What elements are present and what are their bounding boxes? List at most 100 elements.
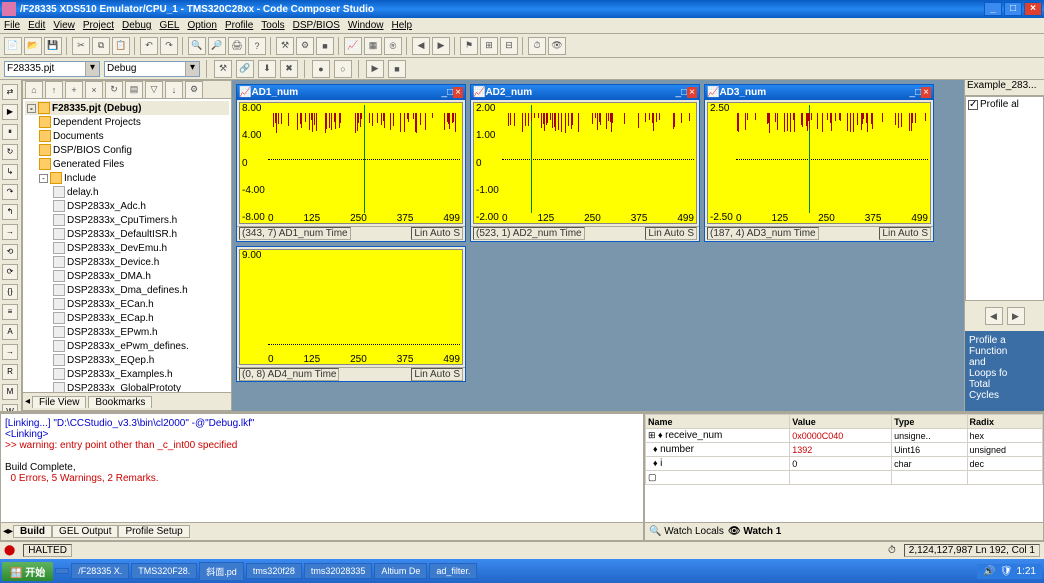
close-button[interactable]: × <box>1024 2 1042 16</box>
memory-icon[interactable]: ▦ <box>364 37 382 55</box>
register-icon[interactable]: ® <box>384 37 402 55</box>
close-icon[interactable]: × <box>453 87 463 98</box>
tree-file[interactable]: DSP2833x_EQep.h <box>25 353 229 367</box>
watch-table[interactable]: NameValueTypeRadix ⊞ ♦ receive_num0x0000… <box>645 414 1043 485</box>
profile-icon[interactable]: ⏱ <box>528 37 546 55</box>
menu-profile[interactable]: Profile <box>225 20 253 31</box>
tree-file[interactable]: DSP2833x_Device.h <box>25 255 229 269</box>
menu-gel[interactable]: GEL <box>159 20 179 31</box>
tree-file[interactable]: delay.h <box>25 185 229 199</box>
tree-new-icon[interactable]: + <box>65 81 83 99</box>
tab-build[interactable]: Build <box>13 525 52 538</box>
tree-del-icon[interactable]: × <box>85 81 103 99</box>
tree-folder[interactable]: -Include <box>25 171 229 185</box>
link-icon[interactable]: 🔗 <box>236 60 254 78</box>
graph-window-ad2[interactable]: 📈AD2_num_□× 2.001.000-1.00-2.00 01252503… <box>470 84 700 242</box>
mixed-icon[interactable]: ≡ <box>2 304 18 320</box>
taskbar-item[interactable]: 斜面.pd <box>199 562 244 581</box>
close-icon[interactable]: × <box>687 87 697 98</box>
menu-window[interactable]: Window <box>348 20 384 31</box>
menu-option[interactable]: Option <box>187 20 216 31</box>
registers-icon[interactable]: R <box>2 364 18 380</box>
graph-window-ad1[interactable]: 📈AD1_num_□× 8.004.000-4.00-8.00 01252503… <box>236 84 466 242</box>
tree-file[interactable]: DSP2833x_ECan.h <box>25 297 229 311</box>
memory-view-icon[interactable]: M <box>2 384 18 400</box>
source-icon[interactable]: {} <box>2 284 18 300</box>
console-output[interactable]: [Linking...] "D:\CCStudio_v3.3\bin\cl200… <box>1 414 643 522</box>
stop-build-icon[interactable]: ✖ <box>280 60 298 78</box>
redo-icon[interactable]: ↷ <box>160 37 178 55</box>
graph-icon[interactable]: 📈 <box>344 37 362 55</box>
tree-filter-icon[interactable]: ▽ <box>145 81 163 99</box>
tab-profile[interactable]: Profile Setup <box>118 525 189 538</box>
watch1-tab[interactable]: 👁 Watch 1 <box>728 526 781 537</box>
taskbar-item[interactable]: tms320f28 <box>246 563 302 579</box>
animate-icon[interactable]: ↻ <box>2 144 18 160</box>
tree-up-icon[interactable]: ↑ <box>45 81 63 99</box>
plot-canvas[interactable]: 2.001.000-1.00-2.00 0125250375499 <box>473 102 697 224</box>
tree-file[interactable]: DSP2833x_GlobalPrototy <box>25 381 229 392</box>
tree-root[interactable]: -F28335.pjt (Debug) <box>25 101 229 115</box>
rebuild-icon[interactable]: ⚙ <box>296 37 314 55</box>
menu-file[interactable]: File <box>4 20 20 31</box>
tree-file[interactable]: DSP2833x_CpuTimers.h <box>25 213 229 227</box>
reset-icon[interactable]: ⟲ <box>2 244 18 260</box>
print-icon[interactable]: 🖨 <box>228 37 246 55</box>
tree-refresh-icon[interactable]: ↻ <box>105 81 123 99</box>
run-icon[interactable]: ▶ <box>2 104 18 120</box>
taskbar-item[interactable]: tms32028335 <box>304 563 373 579</box>
tab-prev-icon[interactable]: ◂▸ <box>3 526 13 537</box>
taskbar-item[interactable]: Altium De <box>374 563 427 579</box>
step-into-icon[interactable]: ↳ <box>2 164 18 180</box>
tree-home-icon[interactable]: ⌂ <box>25 81 43 99</box>
plot-canvas[interactable]: 2.50-2.50 0125250375499 <box>707 102 931 224</box>
nav-back-icon[interactable]: ◀ <box>412 37 430 55</box>
watch-icon[interactable]: 👁 <box>548 37 566 55</box>
graph-window-ad4[interactable]: 9.00 0125250375499 (0, 8) AD4_num TimeLi… <box>236 246 466 382</box>
menu-debug[interactable]: Debug <box>122 20 151 31</box>
breakpoint-clear-icon[interactable]: ○ <box>334 60 352 78</box>
menu-help[interactable]: Help <box>391 20 412 31</box>
taskbar-item[interactable]: TMS320F28. <box>131 563 197 579</box>
minimize-button[interactable]: _ <box>984 2 1002 16</box>
stop-icon[interactable]: ■ <box>316 37 334 55</box>
watch-locals-tab[interactable]: 🔍 Watch Locals <box>649 526 724 537</box>
tree-folder[interactable]: Documents <box>25 129 229 143</box>
graph-window-ad3[interactable]: 📈AD3_num_□× 2.50-2.50 0125250375499 (187… <box>704 84 934 242</box>
system-tray[interactable]: 🔊🛡1:21 <box>977 564 1042 579</box>
paste-icon[interactable]: 📋 <box>112 37 130 55</box>
profile-stop-icon[interactable]: ■ <box>388 60 406 78</box>
tree-col-icon[interactable]: ▤ <box>125 81 143 99</box>
tree-opt-icon[interactable]: ⚙ <box>185 81 203 99</box>
config-combo-input[interactable] <box>105 62 185 76</box>
tree-folder[interactable]: DSP/BIOS Config <box>25 143 229 157</box>
find-icon[interactable]: 🔍 <box>188 37 206 55</box>
profile-start-icon[interactable]: ▶ <box>366 60 384 78</box>
step-out-icon[interactable]: ↰ <box>2 204 18 220</box>
tree-file[interactable]: DSP2833x_Dma_defines.h <box>25 283 229 297</box>
step-over-icon[interactable]: ↷ <box>2 184 18 200</box>
menu-dspbios[interactable]: DSP/BIOS <box>293 20 340 31</box>
new-icon[interactable]: 📄 <box>4 37 22 55</box>
project-combo-input[interactable] <box>5 62 85 76</box>
plot-canvas[interactable]: 9.00 0125250375499 <box>239 249 463 365</box>
menu-tools[interactable]: Tools <box>261 20 284 31</box>
open-icon[interactable]: 📂 <box>24 37 42 55</box>
collapse-icon[interactable]: ⊟ <box>500 37 518 55</box>
halt-icon[interactable]: ⏸ <box>2 124 18 140</box>
build-all-icon[interactable]: ⬇ <box>258 60 276 78</box>
config-combo[interactable]: ▾ <box>104 61 200 77</box>
bookmark-icon[interactable]: ⚑ <box>460 37 478 55</box>
profile-checkbox[interactable]: ✓Profile al <box>966 97 1043 112</box>
start-button[interactable]: 🪟 开始 <box>2 562 53 581</box>
plot-canvas[interactable]: 8.004.000-4.00-8.00 0125250375499 <box>239 102 463 224</box>
undo-icon[interactable]: ↶ <box>140 37 158 55</box>
findnext-icon[interactable]: 🔎 <box>208 37 226 55</box>
taskbar-item[interactable] <box>55 568 69 574</box>
tab-fileview[interactable]: File View <box>32 396 86 408</box>
tree-file[interactable]: DSP2833x_Examples.h <box>25 367 229 381</box>
expand-icon[interactable]: ⊞ <box>480 37 498 55</box>
tree-file[interactable]: DSP2833x_ECap.h <box>25 311 229 325</box>
tree-tab-prev[interactable]: ◂ <box>25 396 30 407</box>
maximize-button[interactable]: □ <box>1004 2 1022 16</box>
